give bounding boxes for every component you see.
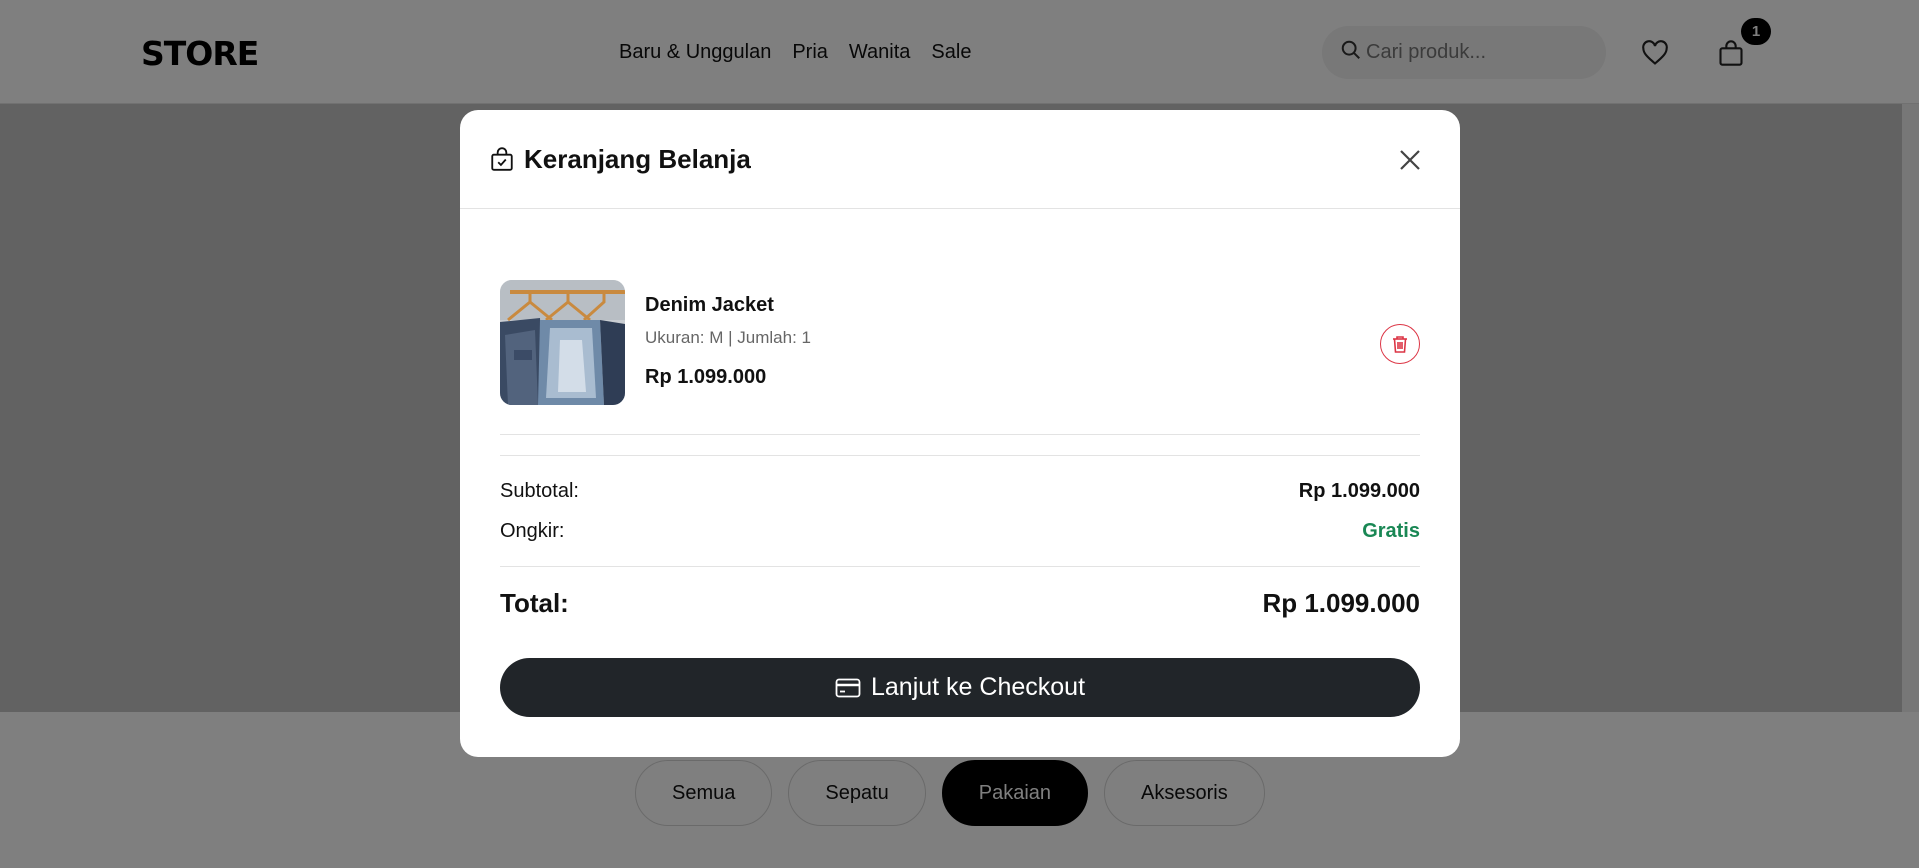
subtotal-row: Subtotal: Rp 1.099.000 xyxy=(500,480,1420,503)
cart-item: Denim Jacket Ukuran: M | Jumlah: 1 Rp 1.… xyxy=(500,280,1420,435)
total-label: Total: xyxy=(500,588,569,618)
subtotal-value: Rp 1.099.000 xyxy=(1298,480,1420,502)
total-value: Rp 1.099.000 xyxy=(1262,588,1420,618)
trash-icon xyxy=(1393,335,1407,353)
shipping-value: Gratis xyxy=(1362,520,1420,542)
denim-jacket-photo xyxy=(500,280,625,405)
modal-title: Keranjang Belanja xyxy=(524,143,751,174)
checkout-label: Lanjut ke Checkout xyxy=(870,673,1086,701)
shipping-label: Ongkir: xyxy=(500,520,565,542)
total-row: Total: Rp 1.099.000 xyxy=(500,588,1420,619)
cart-modal: Keranjang Belanja Denim Jacket Ukuran: M… xyxy=(460,110,1460,757)
credit-card-icon xyxy=(835,678,861,697)
summary-divider xyxy=(500,455,1420,456)
checkout-button[interactable]: Lanjut ke Checkout xyxy=(500,658,1420,717)
total-divider xyxy=(500,566,1420,567)
item-name: Denim Jacket xyxy=(645,294,774,316)
close-icon xyxy=(1400,150,1420,170)
item-meta: Ukuran: M | Jumlah: 1 xyxy=(645,328,811,347)
close-button[interactable] xyxy=(1396,146,1424,174)
product-image xyxy=(500,280,625,405)
bag-check-icon xyxy=(491,147,513,171)
item-price: Rp 1.099.000 xyxy=(645,366,767,388)
subtotal-label: Subtotal: xyxy=(500,480,579,502)
shipping-row: Ongkir: Gratis xyxy=(500,520,1420,543)
modal-header: Keranjang Belanja xyxy=(460,110,1460,209)
remove-item-button[interactable] xyxy=(1380,324,1420,364)
